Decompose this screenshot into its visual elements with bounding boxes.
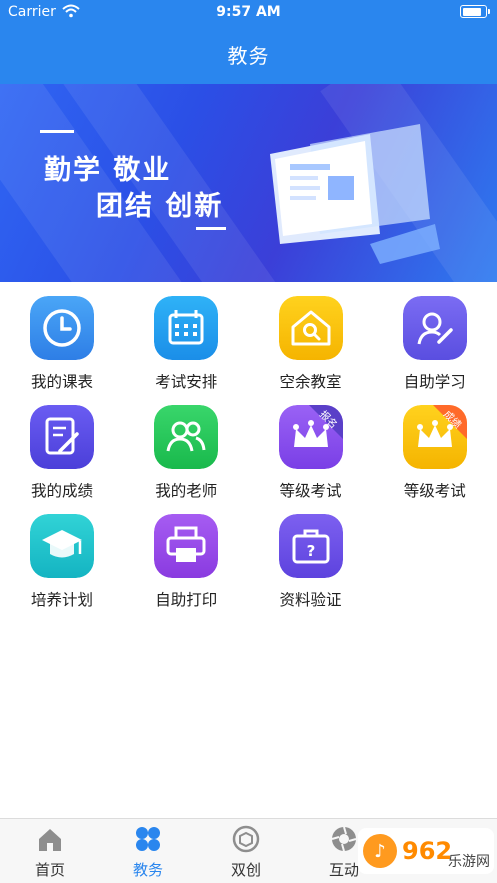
svg-text:乐游网: 乐游网 xyxy=(448,854,490,870)
grid-item-1[interactable]: 我的课表 xyxy=(0,282,124,392)
grid-item-2[interactable]: 考试安排 xyxy=(124,282,248,392)
house-search-icon[interactable] xyxy=(278,296,343,360)
grid-item-label: 培养计划 xyxy=(30,591,93,609)
document-pen-icon[interactable] xyxy=(30,405,94,469)
grid-item-label: 考试安排 xyxy=(155,373,218,391)
status-bar: Carrier 9:57 AM xyxy=(0,0,497,26)
calendar-icon[interactable] xyxy=(154,296,219,360)
person-pen-icon[interactable] xyxy=(402,296,467,360)
grid-item-label: 自助学习 xyxy=(403,373,466,391)
banner-decor-line xyxy=(40,130,74,133)
grid-item-4[interactable]: 自助学习 xyxy=(373,282,497,392)
graduation-cap-icon[interactable] xyxy=(30,514,94,578)
grid-item-6[interactable]: 我的老师 xyxy=(124,391,248,501)
grid-item-11[interactable]: ? 资料验证 xyxy=(249,500,373,610)
svg-text:962: 962 xyxy=(402,837,452,865)
grid-item-label: 自助打印 xyxy=(155,591,218,609)
box-icon xyxy=(232,825,260,853)
banner-slogan-line2: 团结 创新 xyxy=(96,191,224,222)
grid-item-10[interactable]: 自助打印 xyxy=(124,500,248,610)
banner-slogan-line1: 勤学 敬业 xyxy=(44,155,172,186)
grid-item-label: 等级考试 xyxy=(403,482,466,500)
grid-item-9[interactable]: 培养计划 xyxy=(0,500,124,610)
grid-item-label: 我的成绩 xyxy=(30,482,93,500)
top-bar: Carrier 9:57 AM 教务 xyxy=(0,0,497,84)
svg-text:?: ? xyxy=(306,542,315,560)
battery-icon xyxy=(460,5,490,18)
screens-illustration xyxy=(270,124,440,264)
watermark-logo: ♪ 962 乐游网 xyxy=(358,828,494,874)
grid-item-label: 我的课表 xyxy=(30,373,93,391)
grid-item-7[interactable]: 报名 等级考试 xyxy=(249,391,373,501)
banner[interactable]: 勤学 敬业 团结 创新 xyxy=(0,84,497,282)
grid-item-5[interactable]: 我的成绩 xyxy=(0,391,124,501)
crown-icon[interactable]: 报名 xyxy=(278,405,343,469)
tab-3[interactable]: 双创 xyxy=(196,819,296,883)
people-icon[interactable] xyxy=(154,405,219,469)
grid-item-label: 空余教室 xyxy=(279,373,342,391)
home-icon xyxy=(39,829,61,851)
tab-2[interactable]: 教务 xyxy=(98,819,198,883)
grid-item-8[interactable]: 成绩 等级考试 xyxy=(373,391,497,501)
tab-label: 教务 xyxy=(132,861,163,879)
grid-item-label: 我的老师 xyxy=(155,482,218,500)
grid-item-3[interactable]: 空余教室 xyxy=(249,282,373,392)
printer-icon[interactable] xyxy=(154,514,219,578)
tab-label: 首页 xyxy=(34,861,65,879)
briefcase-question-icon[interactable]: ? xyxy=(278,514,343,578)
clock-icon[interactable] xyxy=(30,296,94,360)
clock-time: 9:57 AM xyxy=(216,4,281,20)
tab-1[interactable]: 首页 xyxy=(0,819,100,883)
grid-item-label: 资料验证 xyxy=(279,591,342,609)
banner-decor-line xyxy=(196,227,226,230)
aperture-icon xyxy=(331,826,357,852)
grid-item-label: 等级考试 xyxy=(279,482,342,500)
grid-icon xyxy=(136,827,160,851)
tab-label: 双创 xyxy=(230,861,261,879)
svg-text:♪: ♪ xyxy=(374,841,386,862)
page-title: 教务 xyxy=(227,44,270,68)
crown-icon[interactable]: 成绩 xyxy=(402,405,467,469)
